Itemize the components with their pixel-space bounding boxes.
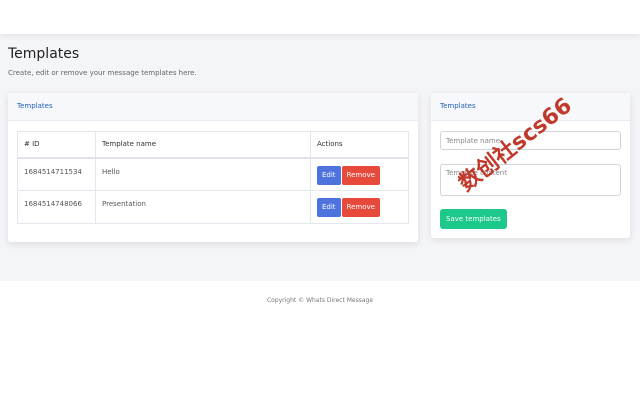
templates-list-card: Templates # ID Template name Actions 168… (8, 93, 418, 242)
template-name-input[interactable] (440, 131, 621, 150)
template-form-card-header: Templates (431, 93, 630, 121)
page-subtitle: Create, edit or remove your message temp… (8, 69, 197, 77)
template-form-card: Templates Save templates (431, 93, 630, 238)
table-row: 1684514711534 Hello Edit Remove (17, 157, 409, 191)
edit-button[interactable]: Edit (317, 165, 341, 185)
top-navbar (0, 0, 640, 34)
column-header-id: # ID (17, 131, 96, 159)
templates-list-card-header: Templates (8, 93, 418, 121)
table-row: 1684514748066 Presentation Edit Remove (17, 190, 409, 224)
save-templates-button[interactable]: Save templates (440, 209, 507, 229)
template-name-cell: Presentation (95, 190, 311, 224)
remove-button[interactable]: Remove (341, 198, 380, 217)
column-header-actions: Actions (310, 131, 409, 159)
actions-cell: Edit Remove (310, 190, 409, 224)
actions-cell: Edit Remove (310, 157, 409, 191)
template-id-cell: 1684514748066 (17, 190, 96, 224)
footer-copyright: Copyright © Whats Direct Message (266, 297, 374, 304)
table-header-row: # ID Template name Actions (17, 131, 409, 159)
remove-button[interactable]: Remove (341, 165, 380, 185)
column-header-template-name: Template name (95, 131, 311, 159)
templates-table: # ID Template name Actions 1684514711534… (17, 131, 409, 224)
template-content-textarea[interactable] (440, 164, 621, 196)
edit-button[interactable]: Edit (317, 198, 341, 217)
template-id-cell: 1684514711534 (17, 157, 96, 191)
page-title: Templates (8, 46, 80, 62)
template-name-cell: Hello (95, 157, 311, 191)
